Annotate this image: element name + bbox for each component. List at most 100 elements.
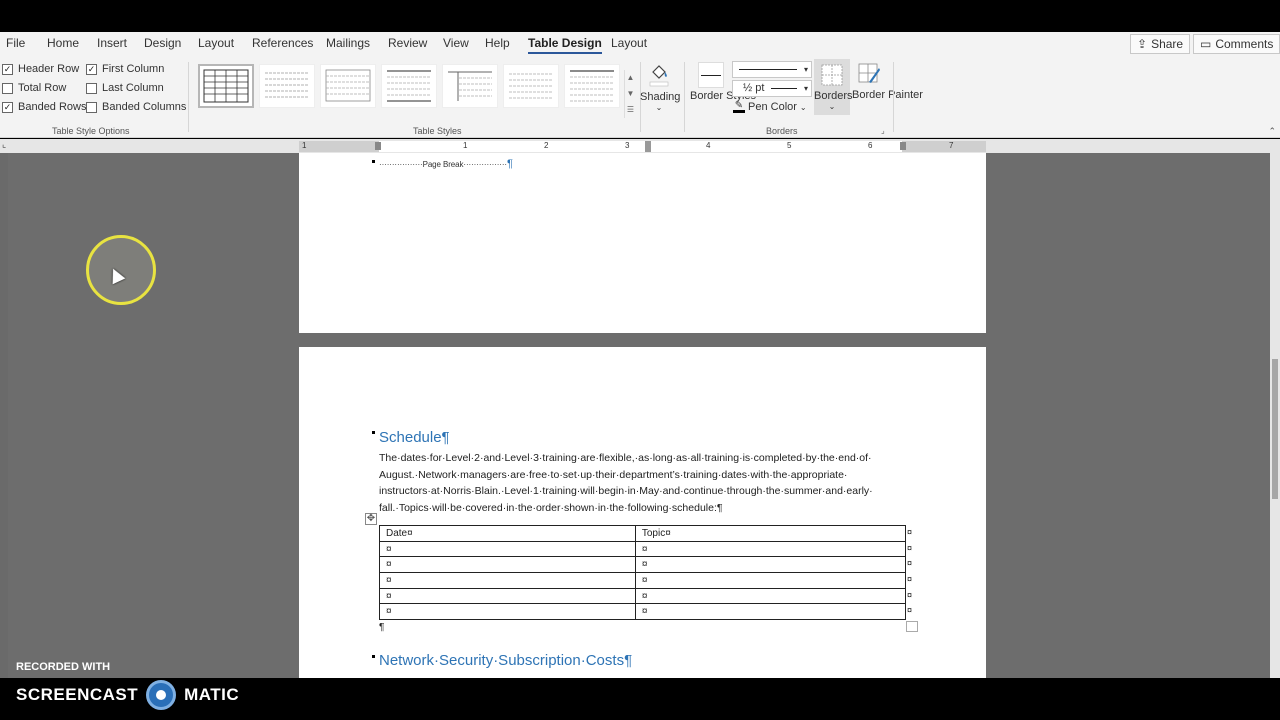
table-style-preview-icon — [325, 69, 371, 102]
right-indent-marker[interactable] — [900, 142, 906, 150]
horizontal-ruler[interactable]: 1 1 2 3 4 5 6 7 — [299, 141, 986, 152]
line-weight-dropdown[interactable]: ½ pt ▾ — [732, 80, 812, 97]
line-style-dropdown[interactable]: ▾ — [732, 61, 812, 78]
tab-file[interactable]: File — [6, 36, 25, 50]
checkbox-unchecked-icon — [2, 82, 13, 94]
network-security-heading[interactable]: Network·Security·Subscription·Costs¶ — [379, 652, 632, 669]
shading-button[interactable]: Shading ⌄ — [640, 62, 681, 112]
tab-insert[interactable]: Insert — [97, 36, 127, 50]
schedule-table[interactable]: Date¤ Topic¤ ¤ ¤ ¤ ¤ ¤ ¤ ¤ ¤ ¤ ¤ — [379, 525, 907, 621]
table-style-preview-icon — [387, 70, 431, 102]
table-move-handle-icon[interactable]: ✥ — [365, 513, 377, 525]
table-cell[interactable]: ¤ — [379, 540, 636, 558]
share-icon: ⇪ — [1137, 37, 1148, 51]
tab-table-layout[interactable]: Layout — [611, 36, 647, 50]
table-row[interactable]: ¤ ¤ — [379, 556, 907, 574]
table-row[interactable]: ¤ ¤ — [379, 540, 907, 558]
table-style-plain-3[interactable] — [381, 64, 437, 108]
paragraph-bullet — [372, 655, 375, 658]
shading-label: Shading — [640, 91, 681, 103]
banded-columns-checkbox[interactable]: Banded Columns — [86, 101, 186, 113]
table-style-grid[interactable] — [198, 64, 254, 108]
chevron-down-icon: ⌄ — [828, 102, 836, 111]
border-painter-icon — [858, 63, 880, 83]
vertical-ruler[interactable] — [0, 153, 8, 678]
table-row[interactable]: ¤ ¤ — [379, 603, 907, 621]
banded-rows-checkbox[interactable]: ✓ Banded Rows — [2, 101, 87, 113]
tab-home[interactable]: Home — [47, 36, 79, 50]
table-cell[interactable]: ¤ — [634, 587, 907, 605]
table-header-cell[interactable]: Topic¤ — [634, 525, 907, 542]
chevron-up-icon[interactable]: ▲ — [625, 70, 636, 86]
schedule-paragraph[interactable]: The·dates·for·Level·2·and·Level·3·traini… — [379, 450, 911, 516]
tab-design[interactable]: Design — [144, 36, 181, 50]
table-cell[interactable]: ¤ — [634, 603, 907, 621]
borders-grid-icon — [821, 64, 843, 86]
document-workspace[interactable]: ·················Page Break·············… — [0, 153, 1270, 678]
table-style-preview-icon — [203, 69, 249, 103]
table-header-cell[interactable]: Date¤ — [379, 525, 636, 542]
table-cell[interactable]: ¤ — [634, 572, 907, 589]
screencast-o-matic-logo: SCREENCAST MATIC — [16, 680, 239, 710]
last-column-checkbox[interactable]: Last Column — [86, 82, 164, 94]
title-bar — [0, 0, 1280, 32]
first-column-checkbox[interactable]: ✓ First Column — [86, 63, 164, 75]
tab-layout[interactable]: Layout — [198, 36, 234, 50]
pen-color-button[interactable]: ✎ Pen Color ⌄ — [733, 101, 807, 113]
table-row[interactable]: ¤ ¤ — [379, 587, 907, 605]
recorded-with-label: RECORDED WITH — [16, 661, 111, 673]
tab-table-design[interactable]: Table Design — [528, 36, 602, 54]
collapse-ribbon-icon[interactable]: ⌃ — [1268, 126, 1276, 137]
table-style-plain-6[interactable] — [564, 64, 620, 108]
ruler-number: 6 — [868, 141, 873, 150]
tab-mailings[interactable]: Mailings — [326, 36, 370, 50]
border-painter-button[interactable]: Border Painter — [852, 62, 923, 102]
header-row-checkbox[interactable]: ✓ Header Row — [2, 63, 79, 75]
tab-selector-icon[interactable]: ⌞ — [2, 139, 6, 150]
table-style-plain-2[interactable] — [320, 64, 376, 108]
table-cell[interactable]: ¤ — [634, 540, 907, 558]
schedule-heading[interactable]: Schedule¶ — [379, 429, 450, 446]
gallery-scroll[interactable]: ▲ ▼ ☰ — [624, 70, 636, 118]
checkbox-checked-icon: ✓ — [2, 63, 13, 75]
table-cell[interactable]: ¤ — [379, 556, 636, 574]
vertical-scrollbar[interactable] — [1270, 139, 1280, 678]
table-resize-handle[interactable] — [906, 621, 918, 632]
scrollbar-thumb[interactable] — [1272, 359, 1278, 499]
border-styles-button[interactable]: Border Styles — [690, 62, 756, 102]
total-row-checkbox[interactable]: Total Row — [2, 82, 66, 94]
tab-review[interactable]: Review — [388, 36, 427, 50]
chevron-down-icon[interactable]: ▼ — [625, 86, 636, 102]
tab-help[interactable]: Help — [485, 36, 510, 50]
comments-button[interactable]: ▭ Comments — [1193, 34, 1280, 54]
ruler-number: 1 — [463, 141, 468, 150]
chevron-down-icon: ▾ — [803, 84, 808, 93]
table-header-row[interactable]: Date¤ Topic¤ — [379, 525, 907, 542]
table-style-plain-5[interactable] — [503, 64, 559, 108]
dialog-launcher-icon[interactable]: ⌟ — [881, 126, 885, 135]
table-cell[interactable]: ¤ — [379, 587, 636, 605]
document-page[interactable]: ·················Page Break·············… — [299, 153, 986, 333]
table-style-preview-icon — [265, 72, 309, 98]
table-cell[interactable]: ¤ — [634, 556, 907, 574]
page-break-marker: ·················Page Break·············… — [379, 158, 513, 170]
last-column-label: Last Column — [102, 82, 164, 94]
gallery-more-icon[interactable]: ☰ — [625, 102, 636, 118]
document-page[interactable]: Schedule¶ The·dates·for·Level·2·and·Leve… — [299, 347, 986, 678]
tab-view[interactable]: View — [443, 36, 469, 50]
tab-references[interactable]: References — [252, 36, 313, 50]
column-marker[interactable] — [645, 141, 651, 152]
table-cell[interactable]: ¤ — [379, 572, 636, 589]
table-style-plain-4[interactable] — [442, 64, 498, 108]
table-style-plain-1[interactable] — [259, 64, 315, 108]
left-indent-marker[interactable] — [375, 142, 381, 150]
ruler-number: 4 — [706, 141, 711, 150]
share-button[interactable]: ⇪ Share — [1130, 34, 1191, 54]
chevron-down-icon: ⌄ — [655, 103, 663, 112]
borders-button[interactable]: Borders ⌄ — [814, 59, 853, 115]
table-row[interactable]: ¤ ¤ — [379, 572, 907, 589]
end-of-row-mark: ¤ — [907, 558, 913, 568]
ruler-right-margin — [902, 141, 986, 152]
chevron-down-icon: ⌄ — [799, 102, 807, 112]
table-cell[interactable]: ¤ — [379, 603, 636, 621]
